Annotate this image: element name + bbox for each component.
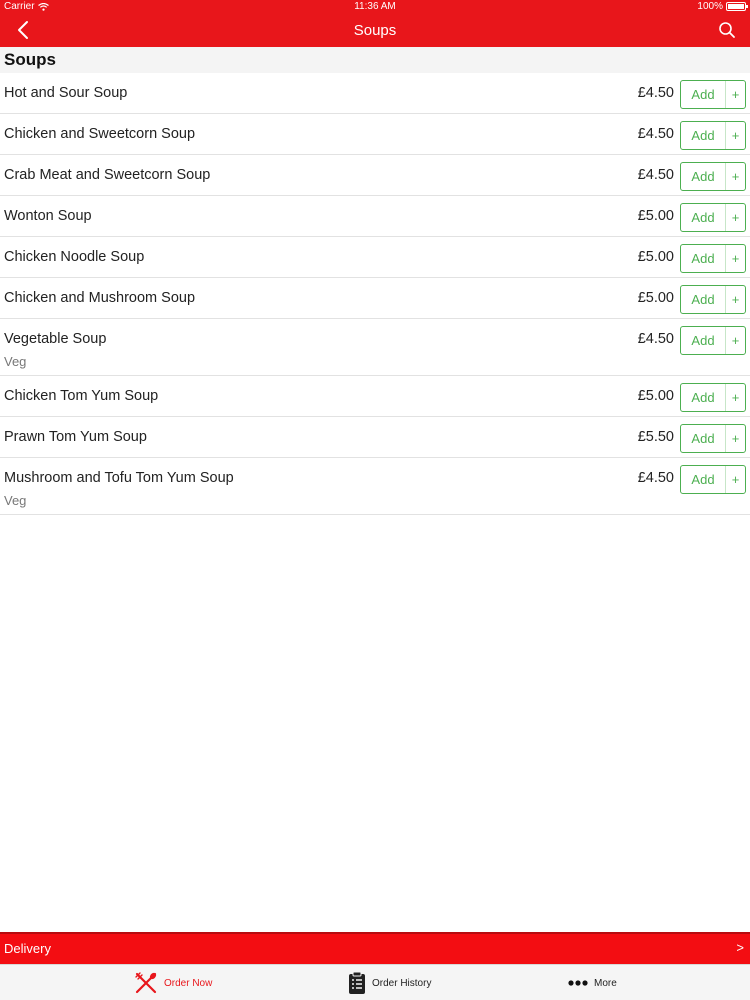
nav-bar: Soups bbox=[0, 14, 750, 47]
menu-item-row: Chicken Tom Yum Soup £5.00 Add + bbox=[0, 376, 750, 417]
add-button-label: Add bbox=[691, 472, 715, 487]
plus-icon: + bbox=[725, 81, 745, 108]
add-button[interactable]: Add + bbox=[680, 285, 746, 314]
add-button-label: Add bbox=[691, 390, 715, 405]
veg-tag: Veg bbox=[4, 493, 27, 508]
add-button-label: Add bbox=[691, 169, 715, 184]
add-button[interactable]: Add + bbox=[680, 383, 746, 412]
item-price: £5.50 bbox=[637, 429, 674, 445]
item-price: £5.00 bbox=[637, 290, 674, 306]
item-name: Prawn Tom Yum Soup bbox=[4, 429, 147, 445]
battery-indicator: 100% bbox=[697, 1, 748, 12]
add-button[interactable]: Add + bbox=[680, 326, 746, 355]
add-button[interactable]: Add + bbox=[680, 80, 746, 109]
add-button-label: Add bbox=[691, 251, 715, 266]
add-button-label: Add bbox=[691, 333, 715, 348]
add-button-label: Add bbox=[691, 431, 715, 446]
tab-more[interactable]: More bbox=[568, 965, 617, 1000]
menu-item-list: Hot and Sour Soup £4.50 Add + Chicken an… bbox=[0, 73, 750, 515]
item-price: £4.50 bbox=[637, 85, 674, 101]
plus-icon: + bbox=[725, 327, 745, 354]
tab-bar: Order Now Order History More bbox=[0, 964, 750, 1000]
clipboard-icon bbox=[349, 971, 365, 994]
menu-item-row: Mushroom and Tofu Tom Yum Soup Veg £4.50… bbox=[0, 458, 750, 515]
plus-icon: + bbox=[725, 425, 745, 452]
add-button-label: Add bbox=[691, 87, 715, 102]
tab-label: More bbox=[594, 977, 617, 989]
status-time: 11:36 AM bbox=[354, 1, 396, 12]
item-name: Chicken Noodle Soup bbox=[4, 249, 145, 265]
plus-icon: + bbox=[725, 466, 745, 493]
add-button[interactable]: Add + bbox=[680, 203, 746, 232]
tab-label: Order Now bbox=[164, 977, 213, 989]
item-price: £4.50 bbox=[637, 167, 674, 183]
item-name: Mushroom and Tofu Tom Yum Soup bbox=[4, 470, 234, 486]
add-button[interactable]: Add + bbox=[680, 244, 746, 273]
page-title: Soups bbox=[353, 22, 397, 39]
plus-icon: + bbox=[725, 163, 745, 190]
item-price: £4.50 bbox=[637, 126, 674, 142]
battery-icon bbox=[726, 2, 748, 11]
menu-item-row: Crab Meat and Sweetcorn Soup £4.50 Add + bbox=[0, 155, 750, 196]
delivery-bar[interactable]: Delivery > bbox=[0, 932, 750, 964]
plus-icon: + bbox=[725, 204, 745, 231]
menu-item-row: Wonton Soup £5.00 Add + bbox=[0, 196, 750, 237]
status-bar: Carrier 11:36 AM 100% bbox=[0, 0, 750, 14]
item-price: £5.00 bbox=[637, 249, 674, 265]
section-header: Soups bbox=[0, 47, 750, 73]
item-price: £4.50 bbox=[637, 331, 674, 347]
item-name: Chicken and Sweetcorn Soup bbox=[4, 126, 196, 142]
more-dots-icon bbox=[568, 980, 588, 986]
delivery-label: Delivery bbox=[4, 941, 51, 956]
menu-item-row: Hot and Sour Soup £4.50 Add + bbox=[0, 73, 750, 114]
plus-icon: + bbox=[725, 245, 745, 272]
menu-item-row: Chicken and Mushroom Soup £5.00 Add + bbox=[0, 278, 750, 319]
menu-item-row: Chicken and Sweetcorn Soup £4.50 Add + bbox=[0, 114, 750, 155]
item-name: Wonton Soup bbox=[4, 208, 92, 224]
tab-label: Order History bbox=[372, 977, 432, 989]
add-button[interactable]: Add + bbox=[680, 424, 746, 453]
tab-order-history[interactable]: Order History bbox=[348, 965, 431, 1000]
item-price: £5.00 bbox=[637, 388, 674, 404]
item-name: Vegetable Soup bbox=[4, 331, 107, 347]
chevron-right-icon: > bbox=[736, 940, 744, 955]
search-icon[interactable] bbox=[718, 21, 736, 39]
add-button[interactable]: Add + bbox=[680, 162, 746, 191]
add-button-label: Add bbox=[691, 292, 715, 307]
menu-item-row: Chicken Noodle Soup £5.00 Add + bbox=[0, 237, 750, 278]
item-name: Crab Meat and Sweetcorn Soup bbox=[4, 167, 211, 183]
item-name: Chicken and Mushroom Soup bbox=[4, 290, 196, 306]
menu-item-row: Vegetable Soup Veg £4.50 Add + bbox=[0, 319, 750, 376]
add-button-label: Add bbox=[691, 210, 715, 225]
plus-icon: + bbox=[725, 286, 745, 313]
veg-tag: Veg bbox=[4, 354, 27, 369]
plus-icon: + bbox=[725, 384, 745, 411]
add-button[interactable]: Add + bbox=[680, 121, 746, 150]
item-name: Hot and Sour Soup bbox=[4, 85, 128, 101]
item-price: £5.00 bbox=[637, 208, 674, 224]
fork-knife-icon bbox=[135, 972, 157, 994]
menu-item-row: Prawn Tom Yum Soup £5.50 Add + bbox=[0, 417, 750, 458]
add-button[interactable]: Add + bbox=[680, 465, 746, 494]
add-button-label: Add bbox=[691, 128, 715, 143]
battery-percent: 100% bbox=[697, 1, 723, 12]
item-price: £4.50 bbox=[637, 470, 674, 486]
item-name: Chicken Tom Yum Soup bbox=[4, 388, 159, 404]
tab-order-now[interactable]: Order Now bbox=[134, 965, 212, 1000]
section-title: Soups bbox=[4, 50, 56, 69]
plus-icon: + bbox=[725, 122, 745, 149]
